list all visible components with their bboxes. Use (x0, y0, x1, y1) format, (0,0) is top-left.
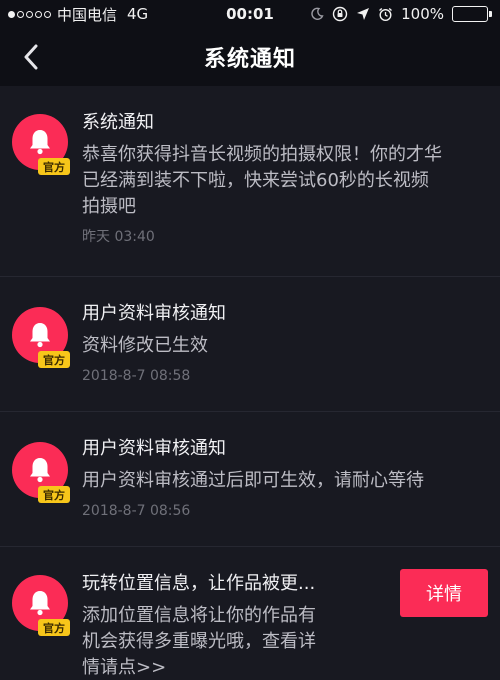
body-line: 已经满到装不下啦，快来尝试60秒的长视频 (82, 170, 429, 191)
battery-icon (452, 6, 492, 22)
body-line: 机会获得多重曝光哦，查看详 (82, 631, 316, 652)
notification-item[interactable]: 官方 用户资料审核通知 资料修改已生效 2018-8-7 08:58 (0, 277, 500, 412)
carrier-name: 中国电信 (57, 5, 118, 24)
bell-icon (30, 591, 50, 616)
network-type: 4G (127, 5, 149, 23)
notification-title: 用户资料审核通知 (82, 303, 226, 324)
notification-body: 恭喜你获得抖音长视频的拍摄权限！你的才华 已经满到装不下啦，快来尝试60秒的长视… (82, 142, 482, 220)
location-icon (357, 8, 370, 20)
orientation-lock-icon (332, 6, 348, 22)
official-badge: 官方 (38, 619, 70, 636)
nav-bar: 系统通知 (0, 28, 500, 86)
page-title: 系统通知 (203, 47, 296, 72)
notification-body: 资料修改已生效 (82, 333, 482, 359)
notification-item[interactable]: 官方 系统通知 恭喜你获得抖音长视频的拍摄权限！你的才华 已经满到装不下啦，快来… (0, 86, 500, 277)
detail-button[interactable]: 详情 (400, 569, 488, 617)
notification-time: 2018-8-7 08:56 (82, 503, 191, 519)
bell-icon (30, 323, 50, 348)
signal-strength-icon (8, 10, 51, 18)
notification-time: 昨天 03:40 (82, 229, 155, 245)
official-badge: 官方 (38, 486, 70, 503)
body-line: 用户资料审核通过后即可生效，请耐心等待 (82, 470, 424, 491)
bell-icon (30, 130, 50, 155)
notification-item[interactable]: 官方 用户资料审核通知 用户资料审核通过后即可生效，请耐心等待 2018-8-7… (0, 412, 500, 547)
notification-list: 官方 系统通知 恭喜你获得抖音长视频的拍摄权限！你的才华 已经满到装不下啦，快来… (0, 86, 500, 680)
body-line: 情请点>> (82, 657, 167, 678)
back-button[interactable] (14, 40, 48, 74)
battery-percent: 100% (401, 5, 444, 23)
official-badge: 官方 (38, 158, 70, 175)
notification-body: 用户资料审核通过后即可生效，请耐心等待 (82, 468, 482, 494)
alarm-icon (379, 7, 393, 21)
moon-icon (311, 7, 324, 20)
notification-title: 玩转位置信息，让作品被更... (82, 573, 316, 594)
body-line: 资料修改已生效 (82, 335, 208, 356)
body-line: 拍摄吧 (82, 196, 136, 217)
notification-body: 添加位置信息将让你的作品有 机会获得多重曝光哦，查看详 情请点>> (82, 603, 388, 680)
bell-icon (30, 458, 50, 483)
body-line: 恭喜你获得抖音长视频的拍摄权限！你的才华 (82, 144, 442, 165)
status-bar: 中国电信 4G 00:01 100% (0, 0, 500, 28)
chevron-left-icon (24, 44, 38, 70)
status-icons: 100% (310, 5, 492, 23)
official-badge: 官方 (38, 351, 70, 368)
notification-item[interactable]: 官方 玩转位置信息，让作品被更... 添加位置信息将让你的作品有 机会获得多重曝… (0, 547, 500, 680)
notification-title: 用户资料审核通知 (82, 438, 226, 459)
notification-title: 系统通知 (82, 112, 154, 133)
body-line: 添加位置信息将让你的作品有 (82, 605, 316, 626)
notification-time: 2018-8-7 08:58 (82, 368, 191, 384)
